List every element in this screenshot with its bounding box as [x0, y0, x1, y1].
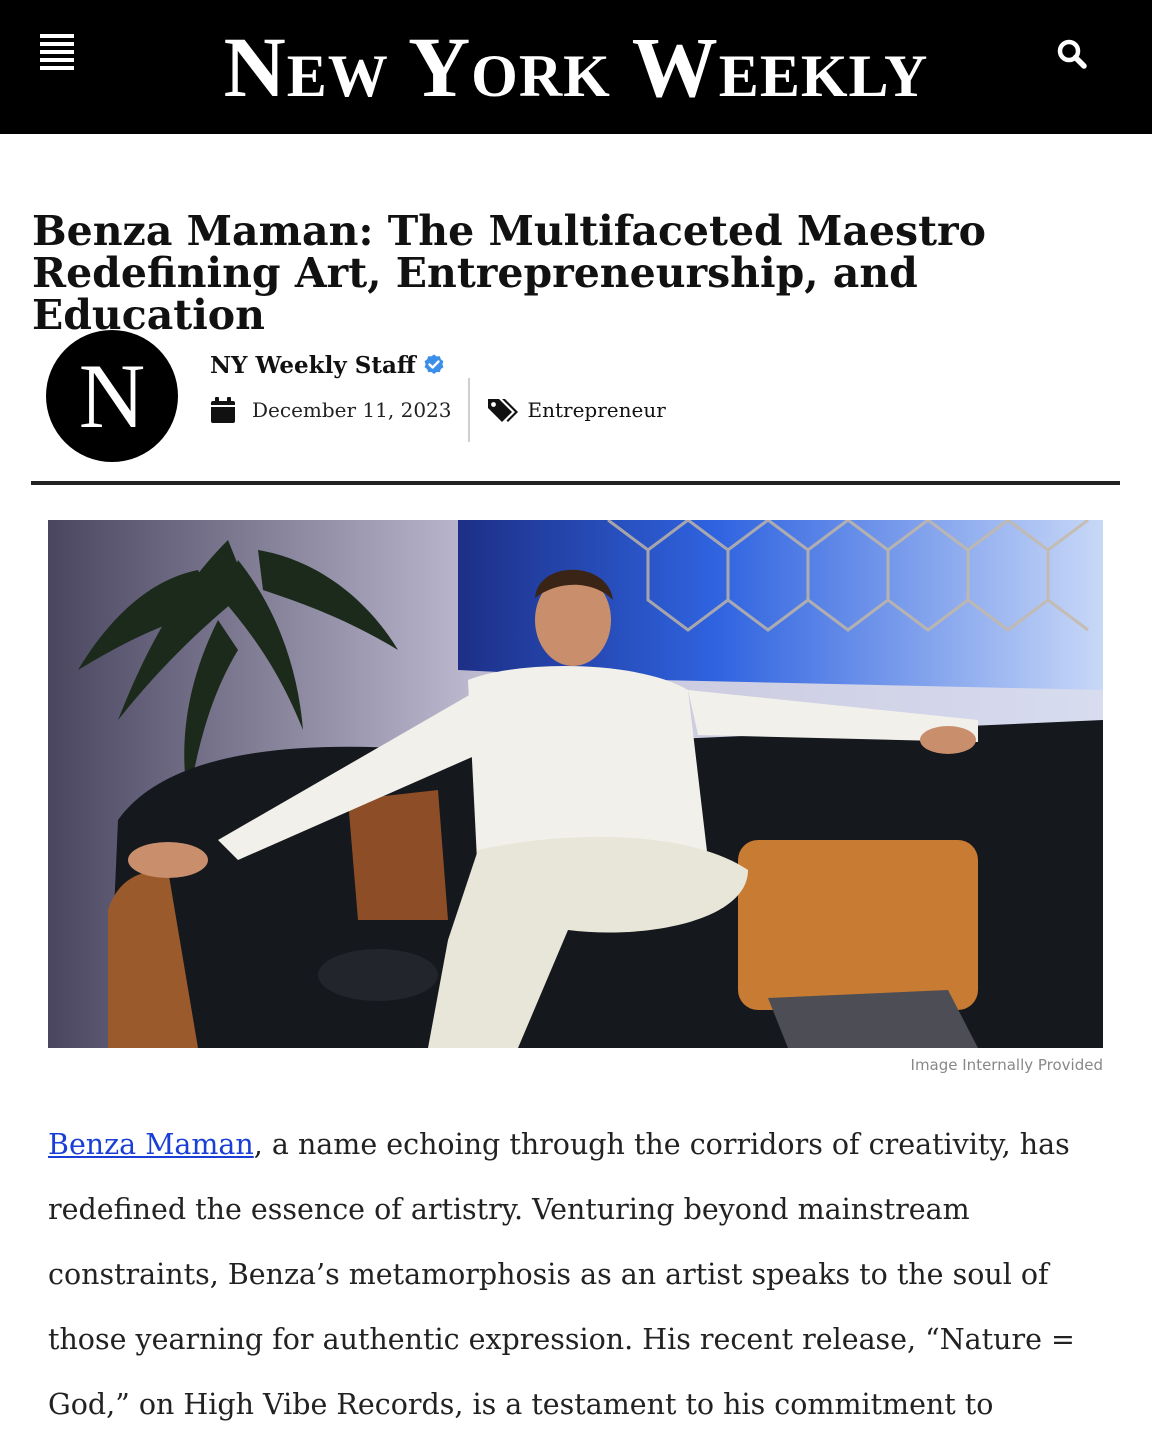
article-hero-image: [48, 520, 1103, 1048]
image-caption: Image Internally Provided: [910, 1056, 1103, 1074]
article-paragraph: Benza Maman, a name echoing through the …: [48, 1112, 1108, 1440]
search-icon[interactable]: [1054, 36, 1090, 72]
article-title: Benza Maman: The Multifaceted Maestro Re…: [32, 207, 986, 339]
hero-photo: [48, 520, 1103, 1048]
author-row: NY Weekly Staff: [210, 350, 446, 380]
byline-divider: [31, 481, 1120, 485]
author-avatar[interactable]: N: [46, 330, 178, 462]
tags-icon: [487, 399, 518, 422]
paragraph-text: , a name echoing through the corridors o…: [48, 1128, 1075, 1421]
benza-maman-link[interactable]: Benza Maman: [48, 1128, 254, 1161]
category-link[interactable]: Entrepreneur: [528, 398, 666, 422]
author-name-link[interactable]: NY Weekly Staff: [210, 352, 416, 379]
calendar-icon: [211, 397, 235, 423]
site-logo[interactable]: New York Weekly: [0, 22, 1152, 112]
publish-date: December 11, 2023: [252, 398, 452, 422]
site-header: New York Weekly: [0, 0, 1152, 134]
meta-divider: [467, 378, 470, 442]
post-meta: December 11, 2023 Entrepreneur: [210, 378, 666, 442]
verified-badge-icon: [424, 354, 444, 374]
